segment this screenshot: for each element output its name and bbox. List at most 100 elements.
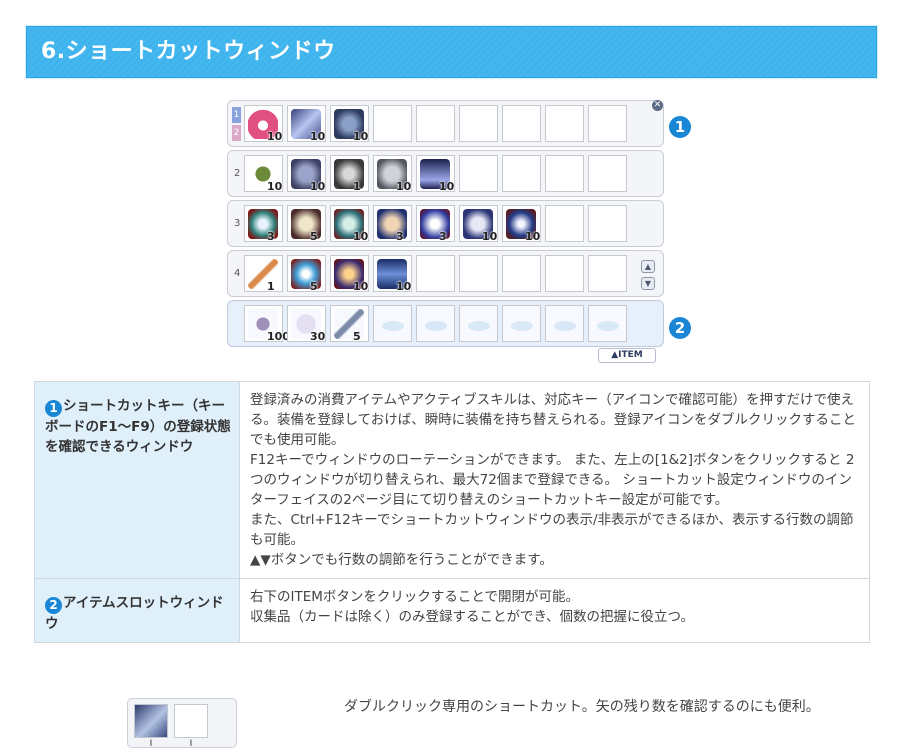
shortcut-slot[interactable]: 10 (244, 155, 283, 193)
shortcut-slot[interactable]: 10 (330, 255, 369, 293)
row-heading: 2 アイテムスロットウィンドウ (34, 578, 240, 643)
item-count: 10 (310, 130, 326, 143)
row-description: 右下のITEMボタンをクリックすることで開閉が可能。 収集品（カードは除く）のみ… (239, 578, 870, 643)
shortcut-slot[interactable]: 10 (416, 155, 455, 193)
empty-slot[interactable] (459, 255, 498, 292)
page-toggle-2[interactable]: 2 (232, 125, 241, 141)
shortcut-slot[interactable]: 1 (330, 155, 369, 193)
shortcut-slot[interactable]: 3 (416, 205, 455, 243)
row-number: 2 (234, 168, 241, 179)
item-count: 3 (396, 230, 404, 243)
item-count: 5 (310, 280, 318, 293)
shortcut-row-2: 2 10 10 1 10 10 (227, 150, 664, 197)
empty-slot[interactable] (545, 205, 584, 242)
shortcut-slot[interactable]: 10 (287, 105, 326, 143)
empty-slot[interactable] (416, 105, 455, 142)
item-count: 10 (310, 180, 326, 193)
item-count: 30 (310, 330, 326, 343)
item-count: 10 (396, 180, 412, 193)
shortcut-slot[interactable]: 10 (459, 205, 498, 243)
empty-slot[interactable] (416, 305, 455, 342)
description-line: 右下のITEMボタンをクリックすることで開閉が可能。 (250, 589, 579, 605)
row-number: 3 (234, 218, 241, 229)
shortcut-window: 1 2 10 10 10 ✕ 2 10 10 1 10 10 3 3 5 10 3 3 10 10 4 … (227, 100, 664, 363)
shortcut-slot[interactable]: 30 (287, 305, 326, 343)
callout-2: 2 (669, 317, 691, 339)
number-badge: 1 (45, 400, 62, 417)
empty-slot[interactable] (459, 105, 498, 142)
table-row: 2 アイテムスロットウィンドウ 右下のITEMボタンをクリックすることで開閉が可能… (34, 578, 870, 643)
description-line: また、Ctrl+F12キーでショートカットウィンドウの表示/非表示ができるほか、… (250, 512, 854, 548)
empty-slot[interactable] (174, 704, 208, 738)
close-icon[interactable]: ✕ (652, 100, 663, 111)
empty-slot[interactable] (588, 255, 627, 292)
bottom-description: ダブルクリック専用のショートカット。矢の残り数を確認するのにも便利。 (344, 699, 820, 715)
shortcut-slot[interactable]: 5 (287, 255, 326, 293)
empty-slot[interactable] (416, 255, 455, 292)
shortcut-slot[interactable]: 3 (244, 205, 283, 243)
target-skill-icon[interactable] (134, 704, 168, 738)
empty-slot[interactable] (373, 105, 412, 142)
shortcut-row-3: 3 3 5 10 3 3 10 10 (227, 200, 664, 247)
shortcut-slot[interactable]: 3 (373, 205, 412, 243)
section-title: 6.ショートカットウィンドウ (26, 26, 877, 78)
empty-slot[interactable] (588, 155, 627, 192)
empty-slot[interactable] (502, 105, 541, 142)
description-table: 1 ショートカットキー（キーボードのF1～F9）の登録状態を確認できるウィンドウ … (34, 381, 870, 643)
empty-slot[interactable] (459, 305, 498, 342)
item-count: 10 (353, 230, 369, 243)
shortcut-slot[interactable]: 10 (373, 155, 412, 193)
empty-slot[interactable] (588, 105, 627, 142)
item-button[interactable]: ▲ITEM (598, 348, 656, 363)
callout-1: 1 (669, 116, 691, 138)
empty-slot[interactable] (545, 155, 584, 192)
arrow-count: I (189, 739, 193, 748)
item-count: 1 (267, 280, 275, 293)
empty-slot[interactable] (588, 305, 627, 342)
item-count: 5 (353, 330, 361, 343)
item-count: 10 (439, 180, 455, 193)
item-count: 10 (267, 180, 283, 193)
page-toggle-1[interactable]: 1 (232, 107, 241, 123)
scroll-down-button[interactable]: ▼ (641, 277, 655, 290)
row-description: 登録済みの消費アイテムやアクティブスキルは、対応キー（アイコンで確認可能）を押す… (239, 381, 870, 579)
shortcut-slot[interactable]: 10 (502, 205, 541, 243)
empty-slot[interactable] (502, 255, 541, 292)
shortcut-slot[interactable]: 100 (244, 305, 290, 343)
empty-slot[interactable] (373, 305, 412, 342)
empty-slot[interactable] (588, 205, 627, 242)
page-toggle[interactable]: 1 2 (232, 107, 241, 141)
description-line: F12キーでウィンドウのローテーションができます。 また、左上の[1&2]ボタン… (250, 452, 855, 508)
shortcut-slot[interactable]: 10 (330, 205, 369, 243)
number-badge: 2 (45, 597, 62, 614)
row-title: ショートカットキー（キーボードのF1～F9）の登録状態を確認できるウィンドウ (45, 398, 231, 455)
empty-slot[interactable] (502, 305, 541, 342)
arrow-count: I (149, 739, 153, 748)
empty-slot[interactable] (545, 255, 584, 292)
item-count: 5 (310, 230, 318, 243)
description-line: 登録済みの消費アイテムやアクティブスキルは、対応キー（アイコンで確認可能）を押す… (250, 392, 857, 448)
table-row: 1 ショートカットキー（キーボードのF1～F9）の登録状態を確認できるウィンドウ … (34, 381, 870, 579)
shortcut-slot[interactable]: 10 (244, 105, 283, 143)
shortcut-slot[interactable]: 10 (330, 105, 369, 143)
row-title: アイテムスロットウィンドウ (45, 595, 224, 632)
empty-slot[interactable] (545, 305, 584, 342)
empty-slot[interactable] (545, 105, 584, 142)
shortcut-row-4: 4 1 5 10 10 ▲ ▼ (227, 250, 664, 297)
item-count: 1 (353, 180, 361, 193)
description-line: ▲▼ボタンでも行数の調節を行うことができます。 (250, 552, 553, 568)
description-line: 収集品（カードは除く）のみ登録することができ、個数の把握に役立つ。 (250, 609, 695, 625)
item-count: 3 (267, 230, 275, 243)
shortcut-slot[interactable]: 5 (330, 305, 369, 343)
shortcut-slot[interactable]: 10 (287, 155, 326, 193)
scroll-up-button[interactable]: ▲ (641, 260, 655, 273)
shortcut-slot[interactable]: 10 (373, 255, 412, 293)
row-number: 4 (234, 268, 241, 279)
shortcut-slot[interactable]: 1 (244, 255, 283, 293)
item-count: 3 (439, 230, 447, 243)
shortcut-slot[interactable]: 5 (287, 205, 326, 243)
item-count: 10 (525, 230, 541, 243)
empty-slot[interactable] (502, 155, 541, 192)
empty-slot[interactable] (459, 155, 498, 192)
item-count: 10 (353, 130, 369, 143)
